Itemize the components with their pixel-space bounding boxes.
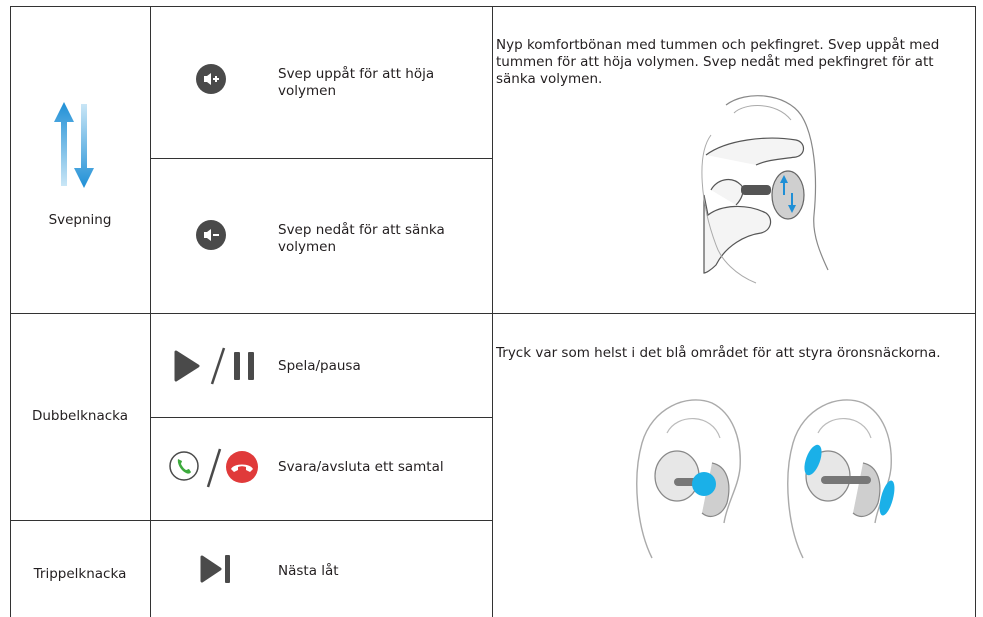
- double-tap-inner-divider: [150, 417, 492, 418]
- column-divider-1: [150, 6, 151, 617]
- answer-end-call-icon: [169, 448, 258, 488]
- swipe-down-label: Svep nedåt för att sänka volymen: [278, 222, 445, 255]
- table-right-border: [975, 6, 976, 617]
- play-pause-icon: [174, 347, 254, 385]
- volume-up-icon: [196, 64, 226, 94]
- next-track-icon: [200, 555, 230, 583]
- table-left-border: [10, 6, 11, 617]
- swipe-arrows-icon: [54, 102, 94, 188]
- row-label-triple-tap: Trippelknacka: [33, 566, 127, 582]
- swipe-row-bottom-border: [10, 313, 975, 314]
- pinch-earbud-illustration: [701, 95, 829, 284]
- ear-tap-area-illustration-2: [787, 399, 895, 559]
- swipe-row-inner-divider: [150, 158, 492, 159]
- play-pause-label: Spela/pausa: [278, 358, 361, 374]
- volume-down-icon: [196, 220, 226, 250]
- swipe-description: Nyp komfortbönan med tummen och pekfingr…: [496, 37, 940, 87]
- row-label-double-tap: Dubbelknacka: [31, 408, 129, 424]
- tap-description: Tryck var som helst i det blå området fö…: [496, 345, 941, 361]
- row-label-swipe: Svepning: [48, 212, 112, 228]
- swipe-up-label: Svep uppåt för att höja volymen: [278, 66, 435, 99]
- ear-tap-area-illustration-1: [636, 399, 741, 559]
- double-tap-row-bottom-border: [10, 520, 492, 521]
- column-divider-2: [492, 6, 493, 617]
- next-track-label: Nästa låt: [278, 563, 339, 579]
- answer-end-call-label: Svara/avsluta ett samtal: [278, 459, 444, 475]
